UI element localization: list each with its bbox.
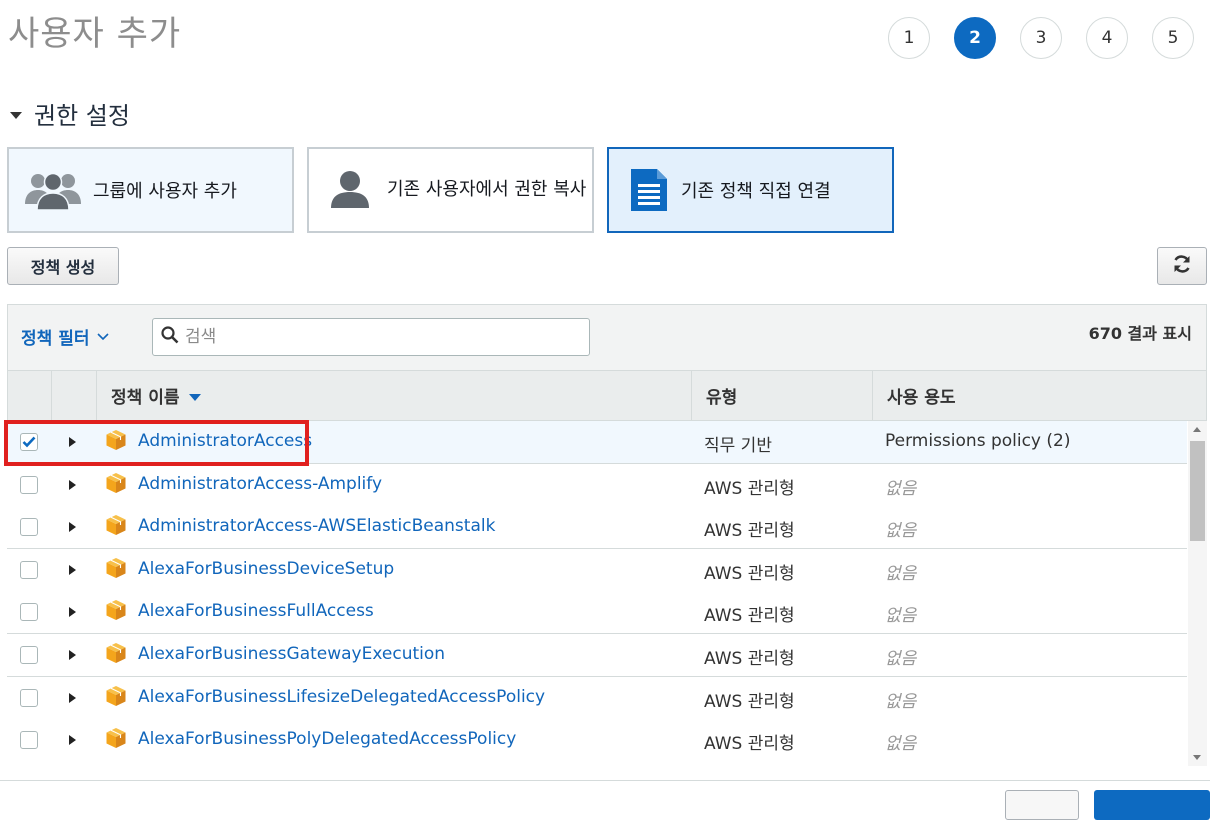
policy-usage: 없음 [885, 606, 917, 627]
selection-highlight-box [4, 420, 309, 466]
group-icon [25, 170, 81, 210]
package-icon [105, 472, 127, 499]
policy-usage: 없음 [885, 734, 917, 755]
scrollbar-thumb[interactable] [1190, 441, 1205, 541]
option-label: 그룹에 사용자 추가 [93, 181, 237, 202]
policy-filter-dropdown[interactable]: 정책 필터 [21, 324, 110, 349]
table-row[interactable]: AlexaForBusinessPolyDelegatedAccessPolic… [7, 719, 1187, 761]
caret-down-icon [10, 112, 22, 119]
refresh-icon [1172, 254, 1192, 278]
table-scrollbar[interactable] [1188, 421, 1207, 766]
package-icon [105, 685, 127, 712]
policy-usage: 없음 [885, 691, 917, 712]
page-title: 사용자 추가 [8, 14, 182, 54]
table-row[interactable]: AlexaForBusinessGatewayExecution AWS 관리형 없… [7, 634, 1187, 677]
policy-type: AWS 관리형 [704, 691, 795, 712]
row-checkbox[interactable] [20, 475, 38, 494]
expand-row-icon[interactable] [69, 564, 76, 575]
row-checkbox[interactable] [20, 731, 38, 750]
table-row[interactable]: AdministratorAccess-AWSElasticBeanstalk A… [7, 506, 1187, 550]
policy-type: AWS 관리형 [704, 649, 795, 669]
option-attach-policies[interactable]: 기존 정책 직접 연결 [607, 147, 894, 233]
policy-type: AWS 관리형 [704, 606, 795, 627]
policy-name-link[interactable]: AlexaForBusinessGatewayExecution [138, 644, 445, 664]
policy-usage: 없음 [885, 649, 917, 669]
policy-usage: 없음 [885, 563, 917, 584]
chevron-down-icon [97, 329, 110, 345]
header-usage-label: 사용 용도 [887, 388, 956, 408]
table-header: 정책 이름 유형 사용 용도 [7, 370, 1207, 421]
option-label: 기존 사용자에서 권한 복사 [387, 179, 587, 200]
table-row[interactable]: AlexaForBusinessLifesizeDelegatedAccessP… [7, 676, 1187, 720]
step-3[interactable]: 3 [1020, 17, 1062, 59]
scroll-down-icon[interactable] [1193, 755, 1201, 760]
package-icon [105, 514, 127, 541]
create-policy-button[interactable]: 정책 생성 [7, 247, 119, 285]
table-row[interactable]: AlexaForBusinessDeviceSetup AWS 관리형 없음 [7, 548, 1187, 592]
row-checkbox[interactable] [20, 603, 38, 622]
header-usage[interactable]: 사용 용도 [872, 371, 1206, 420]
row-checkbox[interactable] [20, 560, 38, 579]
option-copy-permissions[interactable]: 기존 사용자에서 권한 복사 [307, 147, 594, 233]
document-icon [629, 167, 669, 213]
expand-row-icon[interactable] [69, 607, 76, 618]
option-label: 기존 정책 직접 연결 [681, 181, 831, 202]
policy-type: 직무 기반 [704, 436, 772, 456]
policy-name-link[interactable]: AdministratorAccess-AWSElasticBeanstalk [138, 516, 495, 536]
policy-name-link[interactable]: AlexaForBusinessDeviceSetup [138, 559, 394, 579]
policy-name-link[interactable]: AdministratorAccess-Amplify [138, 474, 382, 494]
package-icon [105, 557, 127, 584]
search-box [152, 318, 590, 356]
header-policy-name-label: 정책 이름 [111, 388, 180, 408]
step-1[interactable]: 1 [888, 17, 930, 59]
step-2[interactable]: 2 [954, 17, 996, 59]
result-count: 670 결과 표시 [1088, 324, 1192, 343]
sort-desc-icon [189, 393, 202, 401]
row-checkbox[interactable] [20, 646, 38, 664]
expand-row-icon[interactable] [69, 735, 76, 746]
policy-type: AWS 관리형 [704, 563, 795, 584]
policy-table-body: AdministratorAccess 직무 기반 Permissions poli… [7, 421, 1187, 761]
row-checkbox[interactable] [20, 688, 38, 707]
next-button[interactable] [1094, 790, 1210, 820]
header-select-column [8, 371, 51, 420]
header-type[interactable]: 유형 [691, 371, 872, 420]
expand-row-icon[interactable] [69, 650, 76, 660]
header-expand-column [51, 371, 96, 420]
user-icon [329, 170, 371, 210]
expand-row-icon[interactable] [69, 692, 76, 703]
scroll-up-icon[interactable] [1193, 427, 1201, 432]
policy-type: AWS 관리형 [704, 521, 795, 542]
policy-filter-bar: 정책 필터 670 결과 표시 [7, 304, 1207, 370]
permissions-section-header[interactable]: 권한 설정 [10, 96, 130, 131]
policy-usage: 없음 [885, 521, 917, 542]
search-input[interactable] [183, 326, 567, 348]
section-title: 권한 설정 [34, 102, 130, 130]
package-icon [105, 642, 127, 669]
step-5[interactable]: 5 [1152, 17, 1194, 59]
table-row[interactable]: AlexaForBusinessFullAccess AWS 관리형 없음 [7, 591, 1187, 635]
option-add-to-group[interactable]: 그룹에 사용자 추가 [7, 147, 294, 233]
policy-type: AWS 관리형 [704, 478, 795, 499]
package-icon [105, 727, 127, 754]
step-4[interactable]: 4 [1086, 17, 1128, 59]
cancel-button[interactable] [1005, 790, 1079, 820]
policy-usage: Permissions policy (2) [885, 431, 1071, 451]
filter-label: 정책 필터 [21, 329, 90, 349]
search-icon [161, 326, 179, 348]
footer-divider [0, 780, 1210, 781]
policy-usage: 없음 [885, 478, 917, 499]
policy-name-link[interactable]: AlexaForBusinessPolyDelegatedAccessPolic… [138, 729, 516, 749]
header-type-label: 유형 [706, 388, 738, 408]
table-row[interactable]: AdministratorAccess-Amplify AWS 관리형 없음 [7, 463, 1187, 507]
policy-name-link[interactable]: AlexaForBusinessLifesizeDelegatedAccessP… [138, 687, 545, 707]
header-policy-name[interactable]: 정책 이름 [96, 371, 691, 420]
expand-row-icon[interactable] [69, 522, 76, 533]
package-icon [105, 599, 127, 626]
policy-name-link[interactable]: AlexaForBusinessFullAccess [138, 601, 374, 621]
refresh-button[interactable] [1157, 247, 1207, 285]
row-checkbox[interactable] [20, 518, 38, 537]
expand-row-icon[interactable] [69, 479, 76, 490]
policy-type: AWS 관리형 [704, 734, 795, 755]
